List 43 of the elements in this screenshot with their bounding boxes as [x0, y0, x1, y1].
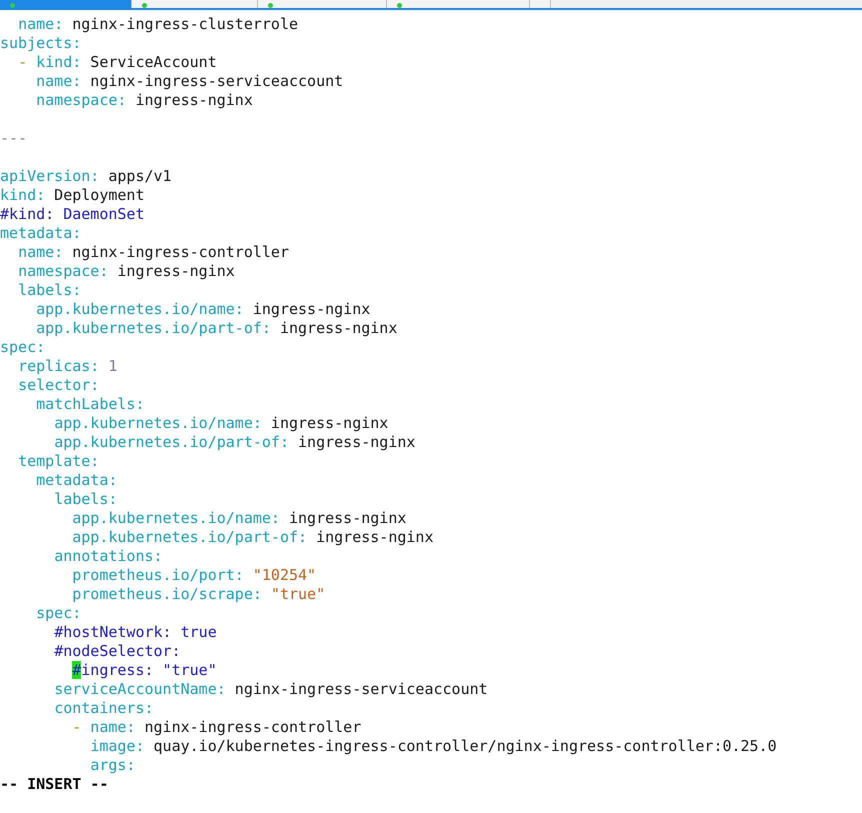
code-line: kind: Deployment	[0, 186, 144, 205]
code-line: selector:	[18, 376, 100, 395]
code-line: containers:	[54, 699, 154, 718]
code-line: #nodeSelector:	[54, 642, 181, 661]
code-line: args:	[90, 756, 136, 775]
code-line: name: nginx-ingress-controller	[18, 243, 289, 262]
code-line: app.kubernetes.io/name: ingress-nginx	[54, 414, 388, 433]
code-line: app.kubernetes.io/name: ingress-nginx	[36, 300, 370, 319]
session-tab[interactable]	[0, 0, 132, 8]
code-line: app.kubernetes.io/part-of: ingress-nginx	[72, 528, 434, 547]
code-line: metadata:	[36, 471, 118, 490]
code-line: #kind: DaemonSet	[0, 205, 144, 224]
code-line: app.kubernetes.io/name: ingress-nginx	[72, 509, 406, 528]
status-dot-icon	[10, 3, 15, 8]
code-line: - kind: ServiceAccount	[18, 53, 217, 72]
code-line: name: nginx-ingress-serviceaccount	[36, 72, 344, 91]
code-line: serviceAccountName: nginx-ingress-serviceaccount	[54, 680, 488, 699]
code-line: prometheus.io/scrape: "true"	[72, 585, 326, 604]
code-line: #hostNetwork: true	[54, 623, 217, 642]
code-line: - name: nginx-ingress-controller	[72, 718, 362, 737]
code-line: annotations:	[54, 547, 163, 566]
code-line: subjects:	[0, 34, 82, 53]
code-line: replicas: 1	[18, 357, 118, 376]
code-line: spec:	[0, 338, 46, 357]
code-line: image: quay.io/kubernetes-ingress-controller/nginx-ingress-controller:0.25.0	[90, 737, 777, 756]
code-line: spec:	[36, 604, 82, 623]
code-line: labels:	[18, 281, 82, 300]
code-line: namespace: ingress-nginx	[18, 262, 235, 281]
code-line: matchLabels:	[36, 395, 144, 414]
mode-indicator: -- INSERT --	[0, 775, 110, 794]
code-line: labels:	[54, 490, 118, 509]
code-line: namespace: ingress-nginx	[36, 91, 253, 110]
code-line: template:	[18, 452, 100, 471]
code-line: apiVersion: apps/v1	[0, 167, 172, 186]
status-dot-icon	[397, 3, 402, 8]
code-line: prometheus.io/port: "10254"	[72, 566, 316, 585]
status-dot-icon	[268, 3, 273, 8]
code-line: app.kubernetes.io/part-of: ingress-nginx	[54, 433, 416, 452]
document-separator: ---	[0, 129, 28, 148]
code-line: app.kubernetes.io/part-of: ingress-nginx	[36, 319, 398, 338]
code-line: metadata:	[0, 224, 82, 243]
code-line: name: nginx-ingress-clusterrole	[18, 15, 298, 34]
status-dot-icon	[142, 3, 147, 8]
